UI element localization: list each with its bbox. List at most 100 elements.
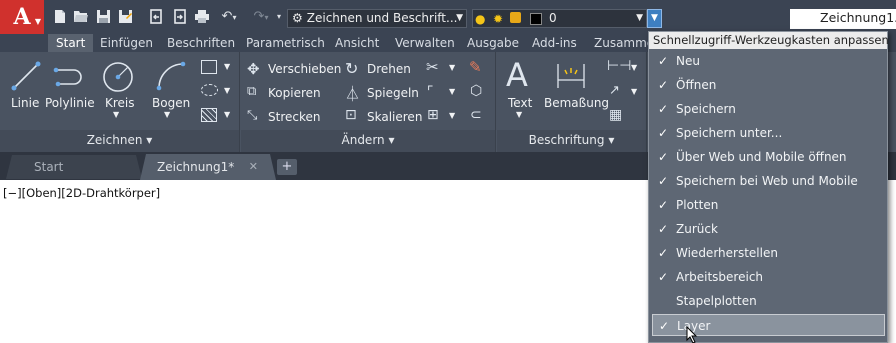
- chevron-down-icon[interactable]: ▼: [631, 63, 637, 72]
- check-icon: ✓: [658, 54, 669, 68]
- linear-dimension-icon[interactable]: ⊢⊣: [607, 58, 631, 74]
- table-icon[interactable]: ▦: [609, 107, 622, 123]
- hatch-icon[interactable]: [201, 108, 217, 122]
- chevron-down-icon[interactable]: ▼: [449, 111, 455, 120]
- menu-item[interactable]: ✓ Öffnen: [652, 74, 885, 96]
- tool-bemassung[interactable]: Bemaßung: [544, 96, 609, 110]
- check-icon: ✓: [658, 270, 669, 284]
- chevron-down-icon[interactable]: ▼: [224, 86, 230, 95]
- workspace-dropdown[interactable]: ⚙ Zeichnen und Beschrift... ▼: [287, 9, 467, 28]
- save-icon[interactable]: [95, 9, 111, 25]
- application-menu-button[interactable]: A ▼: [0, 0, 44, 34]
- chevron-down-icon[interactable]: ▼: [164, 110, 170, 119]
- plot-icon[interactable]: [194, 9, 210, 25]
- dimension-icon: [557, 64, 585, 88]
- ellipse-icon[interactable]: [201, 84, 218, 96]
- tool-verschieben[interactable]: Verschieben: [268, 62, 341, 76]
- sun-icon: ✹: [493, 12, 504, 26]
- menu-item-label: Wiederherstellen: [676, 246, 778, 260]
- close-icon[interactable]: ✕: [249, 154, 258, 180]
- offset-icon[interactable]: ⊂: [470, 107, 482, 123]
- doc-tab-zeichnung1[interactable]: Zeichnung1* ✕: [140, 154, 276, 180]
- tab-parametrisch[interactable]: Parametrisch: [238, 34, 333, 52]
- menu-item[interactable]: ✓ Speichern bei Web und Mobile: [652, 170, 885, 192]
- autocad-logo-icon: A: [13, 4, 31, 30]
- doc-tab-start[interactable]: Start: [6, 155, 142, 179]
- menu-item[interactable]: ✓ Wiederherstellen: [652, 242, 885, 264]
- leader-icon[interactable]: ↗: [609, 83, 620, 98]
- doc-tab-label: Zeichnung1*: [157, 160, 235, 174]
- chevron-down-icon[interactable]: ▾: [274, 9, 284, 25]
- tab-start[interactable]: Start: [48, 34, 94, 52]
- tab-einfuegen[interactable]: Einfügen: [92, 34, 161, 52]
- chevron-down-icon[interactable]: ▼: [113, 110, 119, 119]
- tool-skalieren[interactable]: Skalieren: [367, 110, 422, 124]
- fillet-icon[interactable]: ⌜: [427, 84, 434, 100]
- web-mobile-open-icon[interactable]: [148, 9, 164, 25]
- explode-icon[interactable]: ⬡: [470, 83, 482, 99]
- customize-quick-access-button[interactable]: ▼: [647, 9, 662, 28]
- menu-item[interactable]: ✓ Speichern unter...: [652, 122, 885, 144]
- chevron-down-icon[interactable]: ▼: [449, 87, 455, 96]
- layer-value: 0: [549, 11, 557, 25]
- array-icon[interactable]: ⊞: [427, 107, 439, 123]
- chevron-down-icon: ▼: [636, 13, 643, 23]
- panel-label-aendern[interactable]: Ändern ▾: [241, 130, 495, 152]
- tool-kopieren[interactable]: Kopieren: [268, 86, 321, 100]
- check-icon: ✓: [658, 78, 669, 92]
- chevron-down-icon[interactable]: ▼: [224, 62, 230, 71]
- rectangle-icon[interactable]: [201, 60, 217, 74]
- redo-icon[interactable]: ↷▾: [250, 9, 272, 25]
- chevron-down-icon: ▼: [456, 13, 463, 23]
- chevron-down-icon[interactable]: ▼: [516, 110, 522, 119]
- menu-item[interactable]: ✓ Speichern: [652, 98, 885, 120]
- layer-dropdown[interactable]: ● ✹ 0 ▼: [472, 9, 647, 28]
- chevron-down-icon[interactable]: ▼: [224, 110, 230, 119]
- tool-text[interactable]: Text: [508, 96, 532, 110]
- panel-beschriftung: A Text ▼ Bemaßung ⊢⊣ ▼ ↗ ▼ ▦ Beschriftun…: [497, 52, 647, 152]
- check-icon: ✓: [658, 198, 669, 212]
- menu-item[interactable]: ✓ Neu: [652, 50, 885, 72]
- menu-title: Schnellzugriff-Werkzeugkasten anpassen: [649, 32, 889, 49]
- check-icon: ✓: [658, 174, 669, 188]
- tab-ansicht[interactable]: Ansicht: [327, 34, 387, 52]
- menu-item[interactable]: ✓ Zurück: [652, 218, 885, 240]
- new-tab-button[interactable]: +: [277, 159, 297, 175]
- tab-beschriften[interactable]: Beschriften: [159, 34, 243, 52]
- tool-bogen[interactable]: Bogen: [152, 96, 190, 110]
- mirror-icon: ⏃: [345, 85, 361, 103]
- menu-item[interactable]: ✓ Über Web und Mobile öffnen: [652, 146, 885, 168]
- viewport-controls[interactable]: [−][Oben][2D-Drahtkörper]: [3, 186, 160, 200]
- tool-strecken[interactable]: Strecken: [268, 110, 320, 124]
- menu-item[interactable]: Stapelplotten: [652, 290, 885, 312]
- tool-spiegeln[interactable]: Spiegeln: [367, 86, 419, 100]
- new-icon[interactable]: [52, 9, 68, 25]
- tab-addins[interactable]: Add-ins: [524, 34, 585, 52]
- trim-icon[interactable]: ✂: [426, 58, 439, 76]
- menu-item-label: Speichern: [676, 102, 736, 116]
- panel-label-beschriftung[interactable]: Beschriftung ▾: [497, 130, 646, 152]
- chevron-down-icon[interactable]: ▼: [449, 63, 455, 72]
- panel-aendern: ✥ Verschieben ↻ Drehen ✂ ▼ ✎ ⧉ Kopieren …: [241, 52, 496, 152]
- menu-item[interactable]: ✓ Plotten: [652, 194, 885, 216]
- tool-kreis[interactable]: Kreis: [105, 96, 135, 110]
- panel-label-zeichnen[interactable]: Zeichnen ▾: [0, 130, 239, 152]
- menu-item[interactable]: ✓ Arbeitsbereich: [652, 266, 885, 288]
- undo-icon[interactable]: ↶▾: [218, 9, 240, 25]
- layer-color-swatch: [530, 13, 542, 25]
- menu-item-label: Zurück: [676, 222, 718, 236]
- tab-verwalten[interactable]: Verwalten: [387, 34, 463, 52]
- check-icon: ✓: [658, 102, 669, 116]
- tool-polylinie[interactable]: Polylinie: [45, 96, 95, 110]
- check-icon: ✓: [658, 246, 669, 260]
- gear-icon: ⚙: [292, 11, 303, 25]
- tab-ausgabe[interactable]: Ausgabe: [459, 34, 527, 52]
- open-icon[interactable]: [73, 9, 89, 25]
- chevron-down-icon[interactable]: ▼: [631, 87, 637, 96]
- tool-drehen[interactable]: Drehen: [367, 62, 411, 76]
- text-icon: A: [506, 56, 528, 94]
- tool-linie[interactable]: Linie: [11, 96, 39, 110]
- web-mobile-save-icon[interactable]: [172, 9, 188, 25]
- save-as-icon[interactable]: [117, 9, 133, 25]
- erase-icon[interactable]: ✎: [469, 58, 482, 76]
